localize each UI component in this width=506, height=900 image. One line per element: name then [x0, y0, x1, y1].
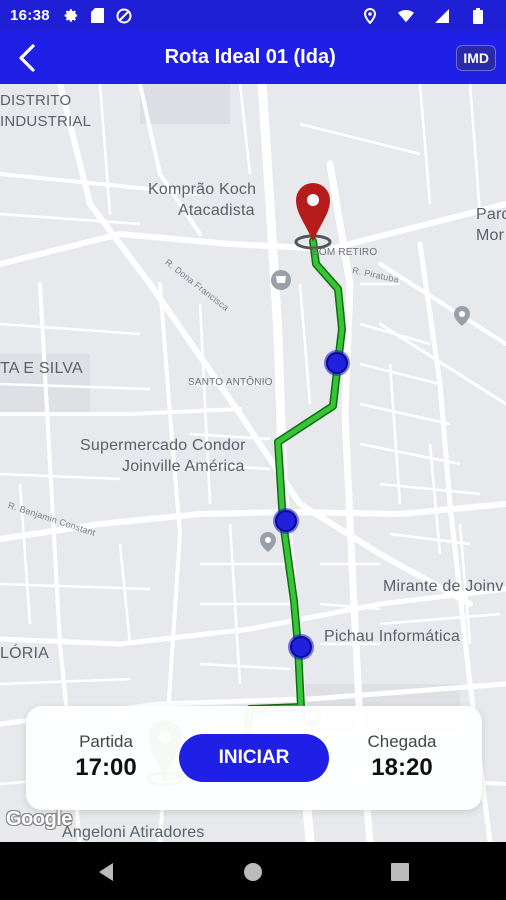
- google-logo: Google: [6, 808, 72, 830]
- arrival-block: Chegada 18:20: [342, 732, 462, 782]
- arrival-time: 18:20: [371, 754, 433, 781]
- page-title: Rota Ideal 01 (Ida): [164, 46, 336, 68]
- nav-back-icon: [99, 863, 113, 881]
- departure-block: Partida 17:00: [46, 732, 166, 782]
- nav-recents-icon: [391, 863, 409, 881]
- nav-recents-button[interactable]: [384, 856, 416, 888]
- label-komprao-1: Komprão Koch: [148, 181, 257, 198]
- signal-icon: [434, 8, 450, 24]
- wifi-icon: [398, 8, 414, 24]
- battery-icon: [470, 7, 486, 24]
- arrival-label: Chegada: [367, 732, 437, 751]
- label-condor-1: Supermercado Condor: [80, 437, 246, 454]
- sd-card-icon: [90, 8, 106, 24]
- back-arrow-icon: [19, 43, 35, 72]
- label-industrial: INDUSTRIAL: [0, 113, 92, 130]
- departure-label: Partida: [79, 732, 133, 751]
- label-condor-2: Joinville América: [122, 458, 245, 475]
- data-saver-icon: [116, 8, 132, 24]
- shop-poi-icon: [271, 270, 291, 290]
- imd-badge[interactable]: IMD: [456, 44, 496, 71]
- nav-back-button[interactable]: [90, 856, 122, 888]
- label-pichau: Pichau Informática: [324, 628, 461, 645]
- gear-icon: [64, 8, 80, 24]
- destination-pin-icon[interactable]: [294, 183, 332, 250]
- label-angeloni: Angeloni Atiradores: [62, 824, 205, 841]
- label-gloria: LÓRIA: [0, 645, 50, 662]
- trip-info-card: Partida 17:00 INICIAR Chegada 18:20: [26, 706, 482, 810]
- departure-time: 17:00: [75, 754, 137, 781]
- status-bar: 16:38: [0, 0, 506, 31]
- label-mirante: Mirante de Joinv: [383, 578, 504, 595]
- location-icon: [362, 7, 378, 24]
- label-santo-antonio: SANTO ANTÔNIO: [188, 377, 273, 388]
- label-distrito: DISTRITO: [0, 92, 72, 109]
- label-parq-1: Parq: [476, 206, 506, 223]
- label-bom-retiro: BOM RETIRO: [312, 247, 378, 258]
- label-costa-e-silva: TA E SILVA: [0, 360, 83, 377]
- bus-stop-2[interactable]: [273, 508, 299, 534]
- app-bar: Rota Ideal 01 (Ida) IMD: [0, 31, 506, 84]
- nav-home-icon: [244, 863, 262, 881]
- status-time: 16:38: [10, 7, 50, 24]
- label-komprao-2: Atacadista: [178, 202, 255, 219]
- system-nav-bar: [0, 842, 506, 900]
- bus-stop-1[interactable]: [324, 350, 350, 376]
- start-button[interactable]: INICIAR: [179, 734, 329, 782]
- label-parq-2: Mor: [476, 227, 505, 244]
- nav-home-button[interactable]: [237, 856, 269, 888]
- bus-stop-3[interactable]: [288, 634, 314, 660]
